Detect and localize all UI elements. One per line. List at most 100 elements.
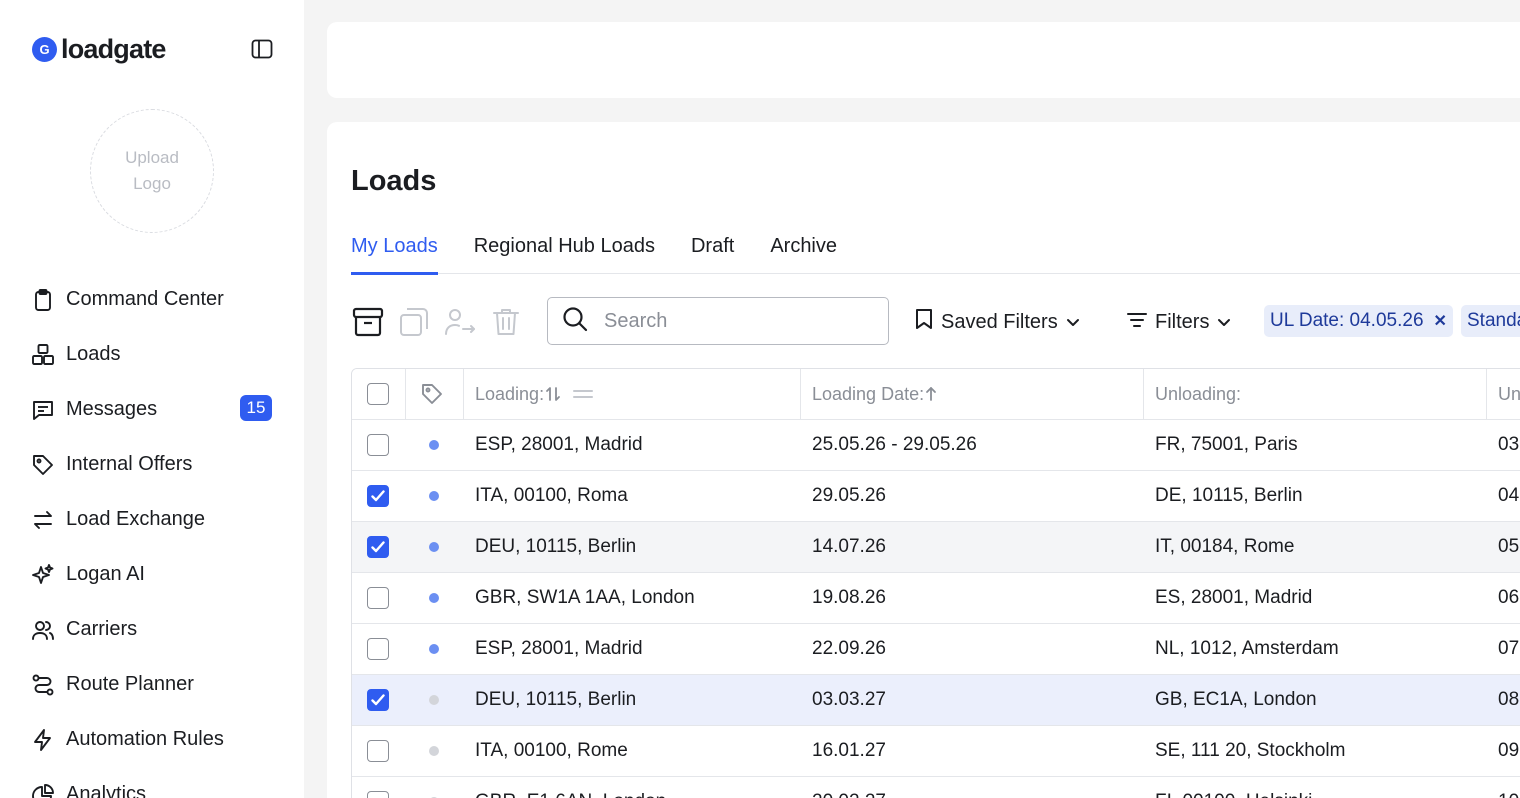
cell-loading: ITA, 00100, Roma — [475, 485, 628, 506]
tab-draft[interactable]: Draft — [691, 232, 734, 274]
upload-logo-button[interactable]: Upload Logo — [90, 109, 214, 233]
tag-icon[interactable] — [420, 369, 444, 419]
sidebar-item-label: Automation Rules — [66, 728, 224, 750]
cell-unloading: NL, 1012, Amsterdam — [1155, 638, 1339, 659]
cell-unloading-date: 09 — [1498, 740, 1520, 761]
sidebar-item-command-center[interactable]: Command Center — [30, 272, 280, 327]
row-checkbox-cell — [367, 471, 389, 521]
sidebar-toggle-icon[interactable] — [251, 38, 273, 60]
cell-unloading: FR, 75001, Paris — [1155, 434, 1298, 455]
cell-loading: ESP, 28001, Madrid — [475, 434, 643, 455]
row-checkbox[interactable] — [367, 587, 389, 609]
table-header-row: Loading: Loading Date: Unloading: Un — [352, 369, 1520, 420]
cell-unloading: SE, 111 20, Stockholm — [1155, 740, 1346, 761]
sidebar-item-loads[interactable]: Loads — [30, 327, 280, 382]
column-header-unloading[interactable]: Unloading: — [1155, 369, 1241, 419]
tab-my-loads[interactable]: My Loads — [351, 232, 438, 275]
row-checkbox-cell — [367, 573, 389, 623]
table-row[interactable]: DEU, 10115, Berlin 03.03.27 GB, EC1A, Lond… — [352, 675, 1520, 726]
cell-loading: ESP, 28001, Madrid — [475, 638, 643, 659]
cell-unloading: FI, 00100, Helsinki — [1155, 777, 1312, 798]
sidebar-item-internal-offers[interactable]: Internal Offers — [30, 437, 280, 492]
row-checkbox-cell — [367, 675, 389, 725]
column-header-unloading-date[interactable]: Un — [1498, 369, 1520, 419]
table-row[interactable]: GBR, E1 6AN, London 20.02.27 FI, 00100, He… — [352, 777, 1520, 798]
table-row[interactable]: ESP, 28001, Madrid 22.09.26 NL, 1012, Amst… — [352, 624, 1520, 675]
route-icon — [30, 672, 56, 698]
select-all-checkbox[interactable] — [367, 383, 389, 405]
filter-chip-standard[interactable]: Standa — [1461, 305, 1520, 337]
table-row[interactable]: ITA, 00100, Rome 16.01.27 SE, 111 20, Stoc… — [352, 726, 1520, 777]
status-dot — [429, 522, 439, 572]
cell-loading-date: 19.08.26 — [812, 587, 886, 608]
sidebar-item-load-exchange[interactable]: Load Exchange — [30, 492, 280, 547]
top-bar-card — [327, 22, 1520, 98]
tab-regional-hub-loads[interactable]: Regional Hub Loads — [474, 232, 655, 274]
filter-lines-icon — [1127, 311, 1147, 334]
chevron-down-icon — [1217, 311, 1231, 334]
table-row[interactable]: GBR, SW1A 1AA, London 19.08.26 ES, 28001, … — [352, 573, 1520, 624]
trash-icon[interactable] — [489, 305, 523, 339]
table-row[interactable]: DEU, 10115, Berlin 14.07.26 IT, 00184, Rom… — [352, 522, 1520, 573]
row-checkbox[interactable] — [367, 638, 389, 660]
archive-icon[interactable] — [351, 305, 385, 339]
cell-loading: GBR, SW1A 1AA, London — [475, 587, 695, 608]
loads-panel: Loads My Loads Regional Hub Loads Draft … — [327, 122, 1520, 798]
sidebar-nav: Command Center Loads Messages 15 Interna… — [30, 272, 280, 798]
sidebar-item-analytics[interactable]: Analytics — [30, 767, 280, 798]
sidebar-item-label: Loads — [66, 343, 121, 365]
duplicate-icon[interactable] — [397, 305, 431, 339]
sidebar-item-messages[interactable]: Messages 15 — [30, 382, 280, 437]
drag-handle-icon[interactable] — [573, 389, 594, 399]
tab-archive[interactable]: Archive — [770, 232, 837, 274]
cell-unloading-date: 10 — [1498, 777, 1519, 798]
cell-loading-date: 25.05.26 - 29.05.26 — [812, 434, 977, 455]
saved-filters-label: Saved Filters — [941, 310, 1058, 333]
row-checkbox[interactable] — [367, 536, 389, 558]
row-checkbox[interactable] — [367, 485, 389, 507]
cell-unloading: ES, 28001, Madrid — [1155, 587, 1313, 608]
saved-filters-dropdown[interactable]: Saved Filters — [915, 305, 1080, 339]
row-checkbox[interactable] — [367, 689, 389, 711]
sidebar-item-automation-rules[interactable]: Automation Rules — [30, 712, 280, 767]
column-header-label: Un — [1498, 383, 1520, 404]
assign-user-icon[interactable] — [443, 305, 477, 339]
message-icon — [30, 397, 56, 423]
search-field[interactable] — [547, 297, 889, 345]
column-header-loading[interactable]: Loading: — [475, 369, 594, 419]
brand-logo[interactable]: G loadgate — [32, 33, 277, 65]
cell-unloading-date: 04 — [1498, 485, 1520, 506]
cell-unloading: DE, 10115, Berlin — [1155, 485, 1303, 506]
cell-loading: GBR, E1 6AN, London — [475, 777, 666, 798]
bookmark-icon — [915, 308, 933, 336]
cell-loading: DEU, 10115, Berlin — [475, 536, 637, 557]
table-row[interactable]: ITA, 00100, Roma 29.05.26 DE, 10115, Berli… — [352, 471, 1520, 522]
sidebar-item-logan-ai[interactable]: Logan AI — [30, 547, 280, 602]
status-dot — [429, 624, 439, 674]
brand-name: loadgate — [61, 33, 166, 64]
arrow-up-icon[interactable] — [925, 386, 937, 402]
pie-chart-icon — [30, 782, 56, 798]
sidebar-item-label: Carriers — [66, 618, 138, 640]
sidebar-item-label: Internal Offers — [66, 453, 193, 475]
sidebar-item-label: Route Planner — [66, 673, 194, 695]
loads-table: Loading: Loading Date: Unloading: Un ESP… — [351, 368, 1520, 798]
sidebar-item-carriers[interactable]: Carriers — [30, 602, 280, 657]
cell-loading-date: 22.09.26 — [812, 638, 886, 659]
close-icon[interactable]: ✕ — [1434, 311, 1447, 331]
table-row[interactable]: ESP, 28001, Madrid 25.05.26 - 29.05.26 FR,… — [352, 420, 1520, 471]
row-checkbox[interactable] — [367, 740, 389, 762]
cell-loading-date: 29.05.26 — [812, 485, 886, 506]
sidebar-item-route-planner[interactable]: Route Planner — [30, 657, 280, 712]
column-header-loading-date[interactable]: Loading Date: — [812, 369, 937, 419]
sidebar-item-label: Messages — [66, 398, 158, 420]
row-checkbox[interactable] — [367, 791, 389, 798]
tag-icon — [30, 452, 56, 478]
sort-arrows-icon[interactable] — [545, 386, 561, 402]
cell-loading: ITA, 00100, Rome — [475, 740, 628, 761]
search-input[interactable] — [604, 309, 864, 333]
row-checkbox[interactable] — [367, 434, 389, 456]
status-dot — [429, 420, 439, 470]
filters-dropdown[interactable]: Filters — [1127, 305, 1231, 339]
filter-chip-ul-date[interactable]: UL Date: 04.05.26 ✕ — [1264, 305, 1453, 337]
